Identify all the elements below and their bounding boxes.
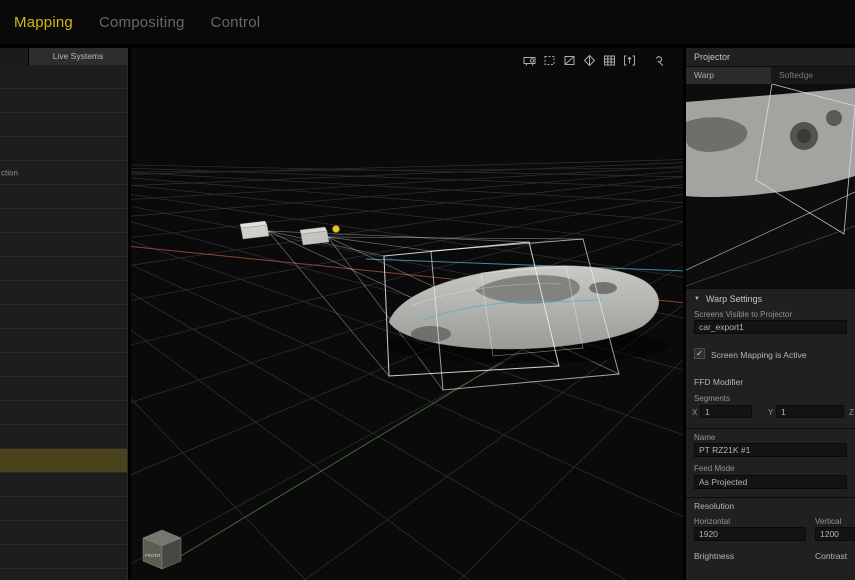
list-item[interactable] <box>0 353 127 377</box>
tab-live-systems[interactable]: Live Systems <box>29 48 127 65</box>
divider <box>686 497 855 498</box>
3d-viewport[interactable]: FRONT <box>131 48 683 580</box>
check-icon: ✓ <box>696 349 703 358</box>
list-item[interactable] <box>0 137 127 161</box>
blend-icon[interactable] <box>583 54 596 67</box>
list-item[interactable] <box>0 233 127 257</box>
view-cube-front-label: FRONT <box>145 553 161 558</box>
horizontal-resolution-input[interactable] <box>694 527 806 541</box>
list-item[interactable] <box>0 545 127 569</box>
screens-visible-input[interactable] <box>694 320 847 334</box>
projector-icon[interactable] <box>523 54 536 67</box>
vertical-label: Vertical <box>815 517 842 526</box>
output-mapping-icon[interactable] <box>623 54 636 67</box>
marquee-select-icon[interactable] <box>543 54 556 67</box>
projector-object-1[interactable] <box>239 220 270 240</box>
tab-control[interactable]: Control <box>211 14 261 31</box>
screen-mapping-label: Screen Mapping is Active <box>711 350 807 360</box>
horizontal-label: Horizontal <box>694 517 731 526</box>
warp-settings-label: Warp Settings <box>705 294 763 304</box>
segment-y-input[interactable] <box>776 405 844 418</box>
application-window: Mapping Compositing Control Live Systems… <box>0 0 855 580</box>
list-item[interactable] <box>0 113 127 137</box>
light-marker[interactable] <box>332 225 340 233</box>
screen-mapping-checkbox[interactable]: ✓ <box>694 348 705 359</box>
contrast-label: Contrast <box>815 551 848 561</box>
list-item[interactable]: ction <box>0 161 127 185</box>
list-item[interactable] <box>0 185 127 209</box>
tab-warp[interactable]: Warp <box>686 67 771 84</box>
list-item[interactable] <box>0 521 127 545</box>
projector-object-2[interactable] <box>299 226 330 246</box>
list-item[interactable] <box>0 425 127 449</box>
3d-scene-canvas[interactable]: FRONT <box>131 48 683 580</box>
list-item-label: ction <box>1 168 18 177</box>
viewport-toolbar <box>523 54 665 67</box>
screens-visible-label: Screens Visible to Projector <box>694 310 793 319</box>
wrench-icon[interactable] <box>652 54 665 67</box>
list-item[interactable] <box>0 569 127 580</box>
feed-mode-dropdown[interactable]: As Projected <box>694 475 847 489</box>
snap-icon[interactable] <box>563 54 576 67</box>
list-item-selected[interactable] <box>0 449 127 473</box>
chevron-down-icon: ▼ <box>694 296 700 302</box>
segment-z-label: Z <box>849 408 854 417</box>
list-item[interactable] <box>0 305 127 329</box>
segment-x-input[interactable] <box>700 405 752 418</box>
list-item[interactable] <box>0 89 127 113</box>
panel-title: Projector <box>686 48 855 67</box>
projector-name-input[interactable] <box>694 443 847 457</box>
list-item[interactable] <box>0 65 127 89</box>
tab-compositing[interactable]: Compositing <box>99 14 185 31</box>
brightness-label: Brightness <box>694 551 735 561</box>
feed-mode-label: Feed Mode <box>694 464 735 473</box>
list-item[interactable] <box>0 473 127 497</box>
segments-label: Segments <box>694 394 731 403</box>
grid-table-icon[interactable] <box>603 54 616 67</box>
tab-mapping[interactable]: Mapping <box>14 14 73 31</box>
ffd-modifier-label: FFD Modifier <box>694 377 744 387</box>
list-item[interactable] <box>0 377 127 401</box>
divider <box>686 428 855 429</box>
list-item[interactable] <box>0 401 127 425</box>
list-item[interactable] <box>0 281 127 305</box>
tab-softedge[interactable]: Softedge <box>771 67 855 84</box>
list-item[interactable] <box>0 257 127 281</box>
resources-panel-tabs: Live Systems <box>0 48 127 65</box>
resources-panel: Live Systems ction <box>0 48 128 580</box>
warp-settings-header[interactable]: ▼ Warp Settings <box>686 288 855 309</box>
list-item[interactable] <box>0 209 127 233</box>
view-cube[interactable]: FRONT <box>142 529 182 570</box>
main-menu-bar: Mapping Compositing Control <box>0 0 855 44</box>
projector-properties-panel: Projector Warp Softedge ▼ Warp Settings … <box>686 48 855 580</box>
resolution-label: Resolution <box>694 501 735 511</box>
segment-y-label: Y <box>768 408 774 417</box>
list-item[interactable] <box>0 329 127 353</box>
segment-x-label: X <box>692 408 698 417</box>
vertical-resolution-input[interactable] <box>815 527 855 541</box>
list-item[interactable] <box>0 497 127 521</box>
name-label: Name <box>694 433 716 442</box>
projector-pov-preview[interactable] <box>686 83 855 288</box>
resources-tab-collapsed[interactable] <box>0 48 29 65</box>
